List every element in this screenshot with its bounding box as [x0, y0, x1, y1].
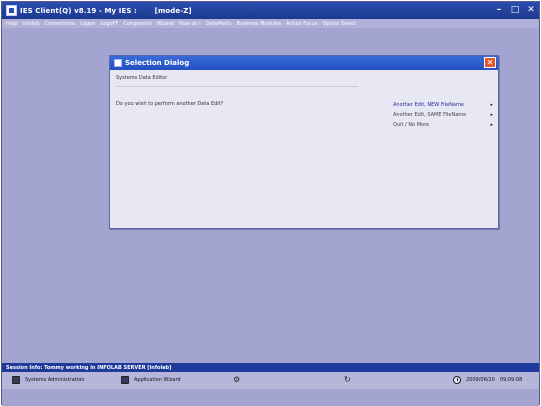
taskbar: Systems Administration Application Wizar…: [2, 372, 539, 389]
dialog-title: Selection Dialog: [125, 59, 190, 67]
refresh-button[interactable]: ↻: [344, 376, 351, 384]
menu-action-focus[interactable]: Action Focus: [286, 21, 318, 27]
maximize-button[interactable]: □: [510, 4, 520, 16]
dialog-header: Systems Data Editor: [116, 75, 168, 81]
menu-logoff[interactable]: LogoFF: [101, 21, 119, 27]
minimize-button[interactable]: –: [494, 4, 504, 16]
dialog-divider: [116, 86, 358, 87]
dialog-title-bar: Selection Dialog ✕: [110, 56, 498, 70]
menu-option-select[interactable]: Option Select: [323, 21, 357, 27]
selection-dialog: Selection Dialog ✕ Systems Data Editor D…: [109, 55, 499, 229]
menu-wizard[interactable]: Wizard: [157, 21, 174, 27]
chevron-right-icon: ▸: [490, 102, 493, 108]
dialog-question: Do you wish to perform another Data Edit…: [116, 101, 224, 107]
chevron-right-icon: ▸: [490, 112, 493, 118]
chevron-right-icon: ▸: [490, 122, 493, 128]
dialog-options: Another Edit, NEW FileName ▸ Another Edi…: [393, 100, 493, 130]
date-label: 2009/06/20: [466, 377, 495, 383]
option-another-edit-same[interactable]: Another Edit, SAME FileName ▸: [393, 110, 493, 120]
wizard-icon: [121, 376, 129, 384]
menu-help[interactable]: Help: [6, 21, 17, 27]
server-icon: [12, 376, 20, 384]
window-controls: – □ ✕: [494, 4, 536, 16]
app-window: IES Client(Q) v8.19 - My IES : [mode-Z] …: [1, 1, 540, 406]
clock-icon: [453, 376, 461, 384]
systems-admin-label: Systems Administration: [25, 377, 85, 383]
app-wizard-button[interactable]: Application Wizard: [121, 376, 181, 384]
menu-infolab[interactable]: Infolab: [22, 21, 39, 27]
tools-icon: ⚙: [233, 375, 241, 384]
window-title: IES Client(Q) v8.19 - My IES : [mode-Z]: [20, 6, 192, 15]
bottom-strip: [2, 389, 539, 406]
app-icon: [6, 5, 17, 16]
option-another-edit-new[interactable]: Another Edit, NEW FileName ▸: [393, 100, 493, 110]
close-button[interactable]: ✕: [526, 4, 536, 16]
menu-logon[interactable]: Logon: [80, 21, 95, 27]
app-wizard-label: Application Wizard: [134, 377, 181, 383]
menu-connections[interactable]: Connections: [45, 21, 76, 27]
option-label: Another Edit, NEW FileName: [393, 102, 464, 108]
dialog-app-icon: [114, 59, 122, 67]
tools-button[interactable]: ⚙: [233, 376, 240, 384]
time-label: 09:09:08: [499, 377, 523, 383]
menu-how-do-i[interactable]: How do I: [179, 21, 201, 27]
menu-datamarts[interactable]: DataMarts: [206, 21, 232, 27]
menu-companion[interactable]: Companion: [123, 21, 151, 27]
systems-admin-button[interactable]: Systems Administration: [12, 376, 84, 384]
option-quit[interactable]: Quit / No More ▸: [393, 120, 493, 130]
menu-business-modules[interactable]: Business Modules: [237, 21, 281, 27]
title-bar: IES Client(Q) v8.19 - My IES : [mode-Z] …: [2, 2, 539, 19]
option-label: Another Edit, SAME FileName: [393, 112, 467, 118]
dialog-close-button[interactable]: ✕: [484, 57, 496, 68]
session-info: Session Info: Tommy working in INFOLAB S…: [6, 364, 172, 371]
datetime-display: 2009/06/20 09:09:08: [453, 376, 522, 384]
session-status-bar: Session Info: Tommy working in INFOLAB S…: [2, 363, 539, 372]
menu-bar: Help Infolab Connections Logon LogoFF Co…: [2, 19, 539, 28]
option-label: Quit / No More: [393, 122, 430, 128]
refresh-icon: ↻: [344, 375, 351, 384]
